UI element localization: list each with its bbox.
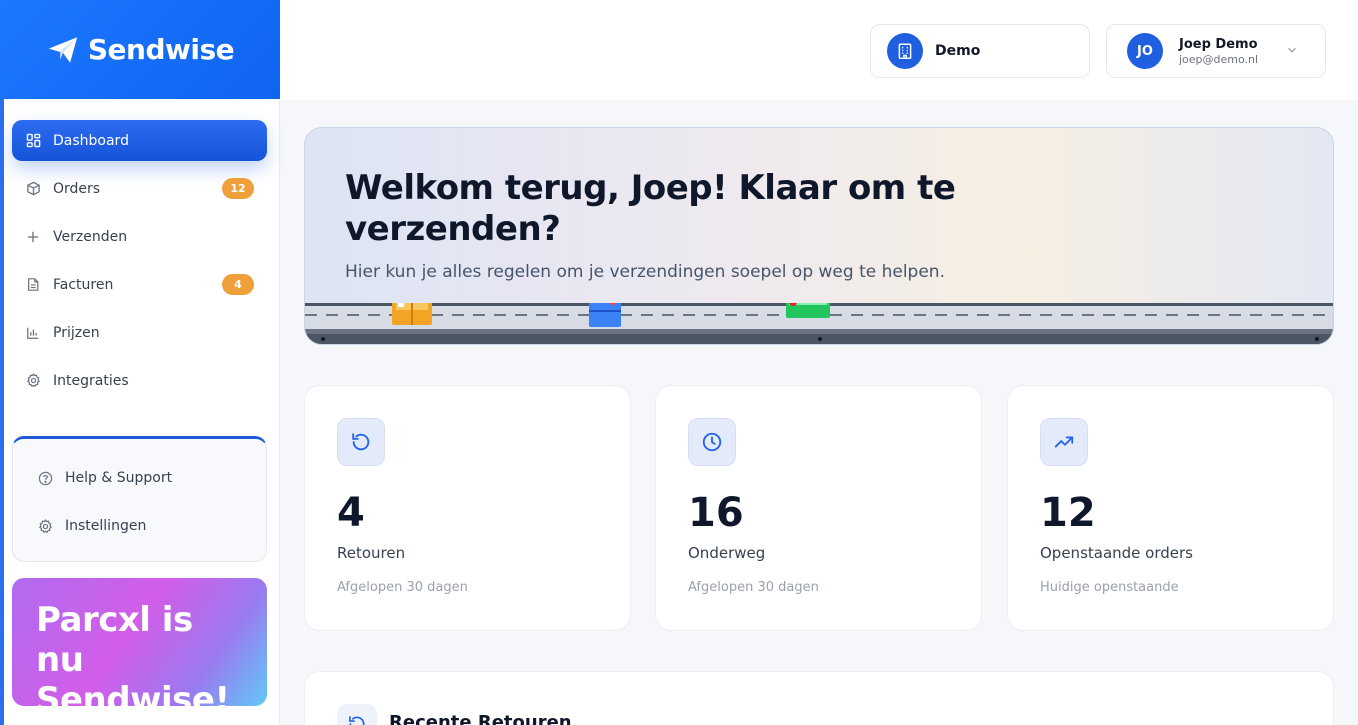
sidebar-item-label: Integraties (53, 372, 129, 389)
stat-value: 16 (688, 490, 744, 536)
help-support-link[interactable]: Help & Support (13, 454, 266, 502)
rebrand-promo-banner[interactable]: Parcxl is nu Sendwise! (12, 578, 267, 706)
help-circle-icon (37, 470, 53, 486)
stat-value: 4 (337, 490, 365, 536)
building-icon (887, 33, 923, 69)
stat-subtitle: Afgelopen 30 dagen (337, 580, 468, 595)
sidebar-item-label: Facturen (53, 276, 114, 293)
sidebar-item-facturen[interactable]: Facturen 4 (12, 264, 267, 305)
sidebar-item-dashboard[interactable]: Dashboard (12, 120, 267, 161)
stat-subtitle: Afgelopen 30 dagen (688, 580, 819, 595)
user-info: Joep Demo joep@demo.nl (1179, 37, 1258, 66)
bar-chart-icon (25, 325, 41, 341)
trending-up-icon (1040, 418, 1088, 466)
sidebar-item-label: Orders (53, 180, 101, 197)
stat-card-openstaande-orders[interactable]: 12 Openstaande orders Huidige openstaand… (1007, 385, 1334, 631)
grid-icon (25, 133, 41, 149)
stat-label: Openstaande orders (1040, 544, 1193, 562)
avatar: JO (1127, 33, 1163, 69)
sidebar-accent-bar (0, 99, 4, 725)
delivery-road-illustration (305, 303, 1333, 344)
stat-label: Onderweg (688, 544, 766, 562)
sidebar-item-label: Prijzen (53, 324, 100, 341)
user-email: joep@demo.nl (1179, 52, 1259, 66)
facturen-count-badge: 4 (222, 274, 254, 295)
blue-package-icon (589, 303, 621, 327)
box-icon (25, 181, 41, 197)
stat-card-onderweg[interactable]: 16 Onderweg Afgelopen 30 dagen (655, 385, 982, 631)
welcome-title: Welkom terug, Joep! Klaar om te verzende… (345, 168, 956, 249)
sidebar-item-label: Dashboard (53, 132, 129, 149)
main-navigation: Dashboard Orders 12 Verzenden Facturen 4 (12, 120, 267, 408)
brand-header[interactable]: Sendwise (0, 0, 280, 99)
gear-icon (37, 518, 53, 534)
top-header: Demo JO Joep Demo joep@demo.nl (280, 0, 1358, 100)
clock-icon (688, 418, 736, 466)
support-item-label: Instellingen (65, 518, 147, 534)
green-package-icon (786, 303, 830, 318)
gear-icon (25, 373, 41, 389)
recent-returns-title: Recente Retouren (389, 712, 572, 725)
sidebar: Sendwise Dashboard Orders 12 Verzenden F… (0, 0, 280, 725)
welcome-banner: Welkom terug, Joep! Klaar om te verzende… (304, 127, 1334, 345)
organization-name: Demo (935, 43, 981, 59)
sidebar-item-prijzen[interactable]: Prijzen (12, 312, 267, 353)
settings-link[interactable]: Instellingen (13, 502, 266, 550)
stat-label: Retouren (337, 544, 406, 562)
paper-plane-icon (48, 36, 78, 63)
plus-icon (25, 229, 41, 245)
user-name: Joep Demo (1179, 36, 1258, 52)
recent-returns-panel: Recente Retouren (304, 671, 1334, 725)
document-icon (25, 277, 41, 293)
sidebar-item-label: Verzenden (53, 228, 128, 245)
stat-value: 12 (1040, 490, 1096, 536)
chevron-down-icon (1288, 47, 1296, 53)
support-item-label: Help & Support (65, 470, 173, 486)
user-menu[interactable]: JO Joep Demo joep@demo.nl (1106, 24, 1326, 78)
stat-card-retouren[interactable]: 4 Retouren Afgelopen 30 dagen (304, 385, 631, 631)
orange-package-icon (392, 303, 432, 325)
sidebar-item-orders[interactable]: Orders 12 (12, 168, 267, 209)
sidebar-item-verzenden[interactable]: Verzenden (12, 216, 267, 257)
stat-subtitle: Huidige openstaande (1040, 580, 1179, 595)
orders-count-badge: 12 (222, 178, 254, 199)
organization-selector[interactable]: Demo (870, 24, 1090, 78)
brand-name: Sendwise (87, 33, 235, 66)
support-section: Help & Support Instellingen (12, 436, 267, 562)
sidebar-item-integraties[interactable]: Integraties (12, 360, 267, 401)
refresh-icon (337, 418, 385, 466)
welcome-subtitle: Hier kun je alles regelen om je verzendi… (345, 262, 945, 282)
refresh-icon (337, 704, 377, 725)
